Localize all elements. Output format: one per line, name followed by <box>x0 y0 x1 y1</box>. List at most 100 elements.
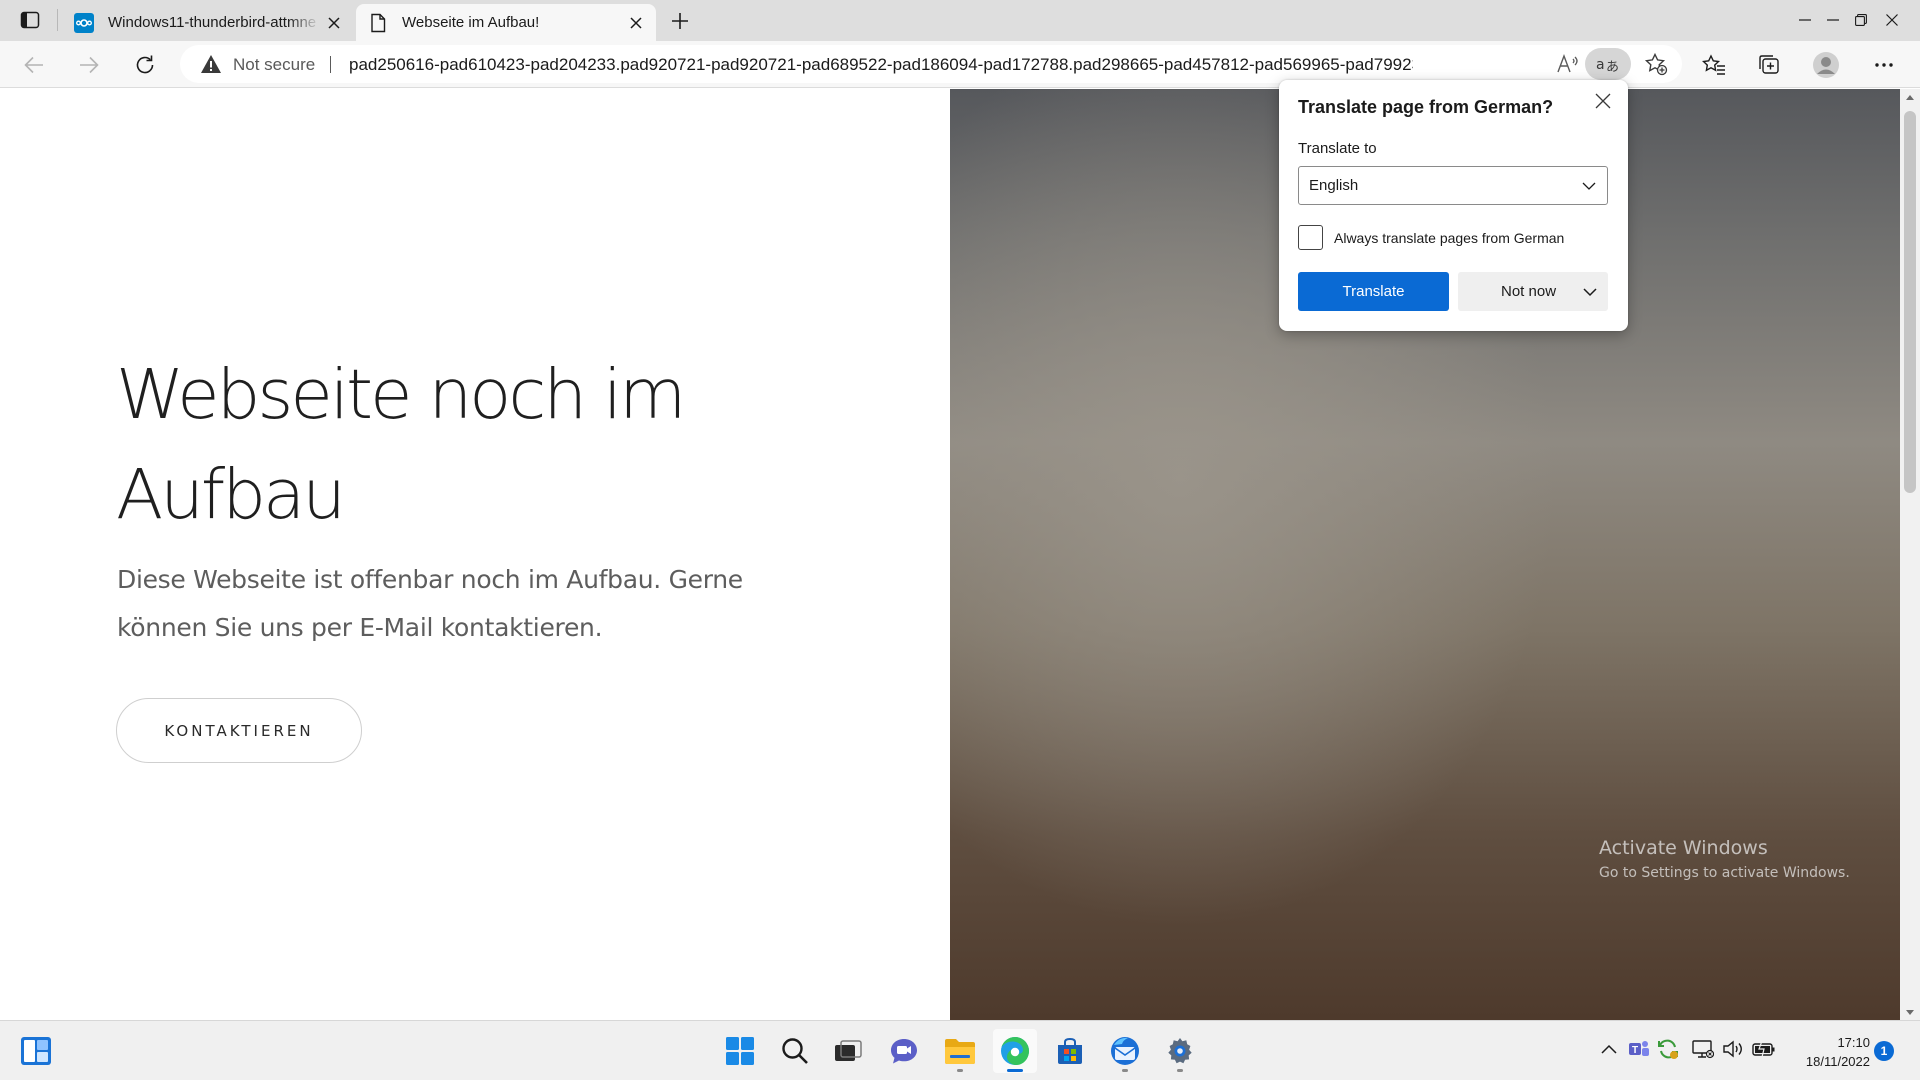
not-now-button[interactable]: Not now <box>1458 272 1608 311</box>
tab-webseite[interactable]: Webseite im Aufbau! <box>356 4 656 41</box>
chevron-down-icon <box>1582 182 1596 190</box>
nextcloud-icon <box>74 12 94 33</box>
translate-button[interactable]: Translate <box>1298 272 1449 311</box>
arrow-left-icon <box>24 56 43 74</box>
always-translate-label[interactable]: Always translate pages from German <box>1334 230 1564 246</box>
star-add-icon <box>1644 52 1668 76</box>
search-icon <box>782 1038 808 1064</box>
tray-volume[interactable] <box>1721 1037 1745 1061</box>
watermark-subtitle: Go to Settings to activate Windows. <box>1599 865 1850 881</box>
notification-badge[interactable]: 1 <box>1874 1041 1894 1061</box>
running-indicator <box>1007 1069 1023 1072</box>
forward-button[interactable] <box>71 47 107 83</box>
battery-icon <box>1752 1040 1775 1058</box>
tab-title: Webseite im Aufbau! <box>402 14 540 31</box>
read-aloud-button[interactable] <box>1550 48 1586 80</box>
settings-menu-button[interactable] <box>1866 47 1902 83</box>
security-label[interactable]: Not secure <box>233 55 315 75</box>
tray-network[interactable] <box>1691 1037 1715 1061</box>
teams-icon: T <box>1629 1041 1649 1056</box>
chevron-down-icon[interactable] <box>1580 283 1600 301</box>
translate-popup: Translate page from German? Translate to… <box>1279 80 1628 331</box>
more-icon <box>1875 63 1893 67</box>
taskbar-start[interactable] <box>718 1029 762 1073</box>
file-explorer-icon <box>945 1039 975 1064</box>
volume-icon <box>1723 1040 1742 1058</box>
taskbar-edge[interactable] <box>993 1029 1037 1073</box>
tab-title: Windows11-thunderbird-attmne <box>108 14 317 31</box>
caret-down-icon <box>1906 1009 1914 1015</box>
tab-thunderbird[interactable]: Windows11-thunderbird-attmne <box>62 4 354 41</box>
show-hidden-icons-button[interactable] <box>1597 1037 1621 1061</box>
scroll-thumb[interactable] <box>1904 111 1916 493</box>
tab-close-icon[interactable] <box>622 9 650 37</box>
chevron-up-icon <box>1601 1044 1617 1054</box>
watermark-title: Activate Windows <box>1599 837 1768 859</box>
page-scrollbar[interactable] <box>1900 89 1920 1020</box>
profile-button[interactable] <box>1808 47 1844 83</box>
refresh-button[interactable] <box>127 47 163 83</box>
contact-button[interactable]: KONTAKTIEREN <box>116 698 362 763</box>
task-view-icon <box>835 1040 862 1061</box>
favorites-icon <box>1702 54 1725 75</box>
tray-battery[interactable] <box>1752 1037 1776 1061</box>
tray-sync[interactable] <box>1656 1037 1680 1061</box>
start-icon <box>726 1037 754 1065</box>
warning-icon[interactable] <box>200 54 222 74</box>
taskbar-settings[interactable] <box>1158 1029 1202 1073</box>
taskbar-file-explorer[interactable] <box>938 1029 982 1073</box>
widgets-button[interactable] <box>14 1029 58 1073</box>
clock[interactable]: 17:10 18/11/2022 <box>1780 1033 1870 1071</box>
always-translate-checkbox[interactable] <box>1298 225 1323 250</box>
svg-text:a: a <box>1596 57 1605 73</box>
caret-up-icon <box>1906 94 1914 100</box>
taskbar-store[interactable] <box>1048 1029 1092 1073</box>
avatar-icon <box>1813 52 1839 78</box>
clock-time: 17:10 <box>1837 1035 1870 1050</box>
collections-button[interactable] <box>1752 47 1788 83</box>
widgets-icon <box>21 1037 51 1065</box>
translate-icon: a あ <box>1596 57 1619 75</box>
clock-date: 18/11/2022 <box>1805 1054 1870 1069</box>
address-bar[interactable]: Not secure pad250616-pad610423-pad204233… <box>180 45 1682 83</box>
translate-button[interactable]: a あ <box>1585 48 1631 80</box>
edge-icon <box>1001 1037 1029 1065</box>
translate-to-label: Translate to <box>1298 140 1377 157</box>
refresh-icon <box>136 55 154 74</box>
add-favorite-button[interactable] <box>1638 48 1674 80</box>
microsoft-store-icon <box>1058 1037 1082 1064</box>
tray-teams[interactable]: T <box>1627 1037 1651 1061</box>
back-button[interactable] <box>16 47 52 83</box>
teams-chat-icon <box>891 1039 917 1064</box>
browser-toolbar: Not secure pad250616-pad610423-pad204233… <box>0 41 1920 88</box>
favorites-button[interactable] <box>1696 47 1732 83</box>
network-icon <box>1692 1040 1714 1059</box>
new-tab-button[interactable] <box>664 6 696 36</box>
taskbar-search[interactable] <box>773 1029 817 1073</box>
not-now-label: Not now <box>1501 283 1557 300</box>
tab-strip: Windows11-thunderbird-attmne Webseite im… <box>0 0 1920 41</box>
scroll-up-button[interactable] <box>1900 89 1920 105</box>
taskbar-thunderbird[interactable] <box>1103 1029 1147 1073</box>
taskbar-task-view[interactable] <box>826 1029 870 1073</box>
collections-icon <box>1759 55 1779 74</box>
url-text[interactable]: pad250616-pad610423-pad204233.pad920721-… <box>349 55 1413 75</box>
tab-actions-button[interactable] <box>14 7 46 33</box>
taskbar-teams-chat[interactable] <box>882 1029 926 1073</box>
svg-text:あ: あ <box>1606 60 1619 75</box>
minimize-window-button[interactable] <box>1777 0 1833 40</box>
tab-close-icon[interactable] <box>320 9 348 37</box>
close-icon <box>1595 93 1611 109</box>
minimize-icon <box>1799 19 1811 21</box>
language-select[interactable]: English <box>1298 166 1608 205</box>
running-indicator <box>1122 1069 1128 1072</box>
close-icon <box>1886 14 1898 26</box>
read-aloud-icon <box>1557 54 1578 73</box>
popup-close-button[interactable] <box>1590 88 1616 114</box>
running-indicator <box>1177 1069 1183 1072</box>
close-window-button[interactable] <box>1864 0 1920 40</box>
scroll-down-button[interactable] <box>1900 1004 1920 1020</box>
settings-icon <box>1168 1038 1192 1064</box>
page-description: Diese Webseite ist offenbar noch im Aufb… <box>117 565 743 642</box>
selected-language: English <box>1309 177 1359 194</box>
